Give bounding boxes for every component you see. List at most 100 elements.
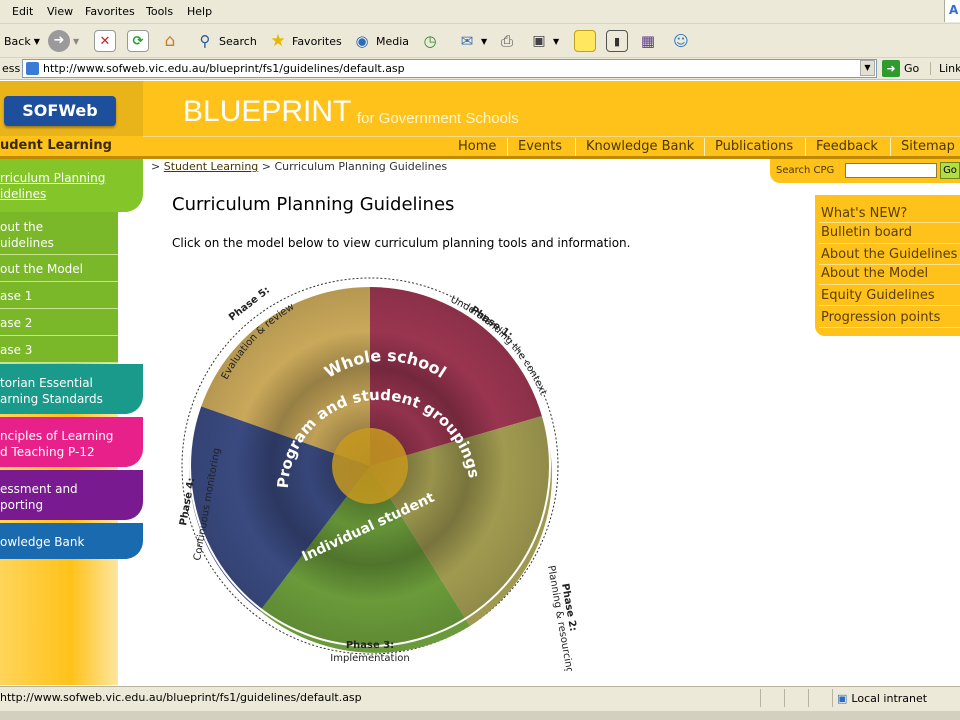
nav-home[interactable]: Home bbox=[458, 139, 496, 154]
address-input[interactable]: http://www.sofweb.vic.edu.au/blueprint/f… bbox=[22, 59, 877, 78]
sidebar-item-phase-1[interactable]: ase 1 bbox=[0, 282, 118, 309]
search-icon: ⚲ bbox=[199, 32, 211, 50]
back-label: Back bbox=[4, 34, 31, 48]
search-button[interactable]: ⚲ Search bbox=[194, 28, 257, 54]
edit-dropdown-icon[interactable]: ▼ bbox=[553, 37, 559, 46]
edit-button[interactable]: ▣ ▼ bbox=[528, 28, 559, 54]
stop-button[interactable]: ✕ bbox=[94, 28, 116, 54]
history-button[interactable]: ◷ bbox=[419, 28, 441, 54]
sidebar-item-principles[interactable]: nciples of Learning d Teaching P-12 bbox=[0, 417, 143, 467]
web-page: SOFWeb BLUEPRINT for Government Schools … bbox=[0, 81, 960, 685]
windows-logo-icon: A bbox=[944, 0, 960, 22]
menu-favorites[interactable]: Favorites bbox=[85, 5, 135, 18]
address-bar: ess http://www.sofweb.vic.edu.au/bluepri… bbox=[0, 58, 960, 80]
link-whats-new[interactable]: What's NEW? bbox=[821, 206, 960, 221]
favorites-button[interactable]: ★ Favorites bbox=[267, 28, 342, 54]
menu-help[interactable]: Help bbox=[187, 5, 212, 18]
refresh-icon: ⟳ bbox=[127, 30, 149, 52]
nav-feedback[interactable]: Feedback bbox=[816, 139, 878, 154]
section-title: udent Learning bbox=[0, 136, 143, 156]
go-arrow-icon: ➜ bbox=[882, 60, 900, 77]
search-label: Search bbox=[219, 34, 257, 48]
link-bulletin-board[interactable]: Bulletin board bbox=[821, 225, 960, 240]
forward-button[interactable]: ➜ ▼ bbox=[48, 28, 79, 54]
link-progression-points[interactable]: Progression points bbox=[821, 310, 960, 325]
home-button[interactable]: ⌂ bbox=[159, 28, 181, 54]
mail-button[interactable]: ✉ ▼ bbox=[456, 28, 487, 54]
status-url: http://www.sofweb.vic.edu.au/blueprint/f… bbox=[0, 691, 362, 704]
edit-icon: ▣ bbox=[532, 33, 546, 49]
search-go-button[interactable]: Go bbox=[940, 162, 960, 179]
curriculum-model[interactable]: Whole school Program and student groupin… bbox=[170, 266, 590, 671]
sidebar-item-about-guidelines[interactable]: out the uidelines bbox=[0, 212, 118, 255]
sidebar-item-phase-3[interactable]: ase 3 bbox=[0, 336, 118, 363]
breadcrumb-chevron: > bbox=[151, 160, 161, 173]
page-icon bbox=[26, 62, 39, 75]
refresh-button[interactable]: ⟳ bbox=[127, 28, 149, 54]
menu-edit[interactable]: Edit bbox=[12, 5, 33, 18]
nav-knowledge-bank[interactable]: Knowledge Bank bbox=[586, 139, 694, 154]
quick-links-panel: What's NEW? Bulletin board About the Gui… bbox=[815, 195, 960, 336]
forward-dropdown-icon[interactable]: ▼ bbox=[73, 37, 79, 46]
mail-dropdown-icon[interactable]: ▼ bbox=[481, 37, 487, 46]
links-button[interactable]: Links bbox=[930, 62, 960, 75]
menu-tools[interactable]: Tools bbox=[146, 5, 173, 18]
intranet-icon: ▣ bbox=[837, 691, 848, 705]
go-button[interactable]: ➜ Go bbox=[882, 60, 919, 77]
sidebar-item-learning-standards[interactable]: torian Essential arning Standards bbox=[0, 364, 143, 414]
print-button[interactable]: ⎙ bbox=[496, 28, 518, 54]
menu-bar: Edit View Favorites Tools Help A bbox=[0, 0, 960, 24]
intro-text: Click on the model below to view curricu… bbox=[172, 236, 631, 250]
toolbar: Back ▼ ➜ ▼ ✕ ⟳ ⌂ ⚲ Search ★ Favorites ◉ … bbox=[0, 24, 960, 58]
link-about-model[interactable]: About the Model bbox=[821, 266, 960, 281]
sofweb-logo[interactable]: SOFWeb bbox=[4, 96, 116, 126]
search-panel: Search CPG Go bbox=[770, 159, 960, 183]
research-button[interactable]: ▦ bbox=[637, 28, 659, 54]
address-dropdown-icon[interactable]: ▼ bbox=[860, 60, 875, 76]
breadcrumb-separator: > bbox=[261, 160, 271, 173]
media-label: Media bbox=[376, 34, 410, 48]
sidebar-item-knowledge-bank[interactable]: owledge Bank bbox=[0, 523, 143, 559]
messenger-button[interactable]: ▮ bbox=[606, 28, 628, 54]
model-core[interactable] bbox=[332, 428, 408, 504]
favorites-label: Favorites bbox=[292, 34, 342, 48]
mail-icon: ✉ bbox=[460, 32, 474, 50]
sidebar-item-curriculum-planning[interactable]: rriculum Planning idelines bbox=[0, 159, 143, 212]
blueprint-subtitle: for Government Schools bbox=[357, 110, 519, 127]
link-about-guidelines[interactable]: About the Guidelines bbox=[821, 247, 960, 262]
home-icon: ⌂ bbox=[164, 31, 176, 51]
nav-publications[interactable]: Publications bbox=[715, 139, 793, 154]
address-url: http://www.sofweb.vic.edu.au/blueprint/f… bbox=[43, 62, 405, 75]
nav-sitemap[interactable]: Sitemap bbox=[901, 139, 955, 154]
top-nav: Home Events Knowledge Bank Publications … bbox=[143, 136, 960, 156]
taskbar-edge bbox=[0, 711, 960, 720]
blueprint-title: BLUEPRINT bbox=[183, 95, 352, 128]
sidebar-item-phase-2[interactable]: ase 2 bbox=[0, 309, 118, 336]
link-equity-guidelines[interactable]: Equity Guidelines bbox=[821, 288, 960, 303]
back-dropdown-icon[interactable]: ▼ bbox=[34, 37, 40, 46]
sidebar-item-assessment[interactable]: essment and porting bbox=[0, 470, 143, 520]
media-button[interactable]: ◉ Media bbox=[351, 28, 409, 54]
breadcrumb-student-learning[interactable]: Student Learning bbox=[164, 160, 259, 173]
forward-icon: ➜ bbox=[48, 30, 70, 52]
go-label: Go bbox=[904, 62, 920, 75]
research-icon: ▦ bbox=[640, 32, 656, 50]
breadcrumb: > Student Learning > Curriculum Planning… bbox=[151, 160, 447, 173]
address-label: ess bbox=[2, 62, 21, 75]
security-zone[interactable]: ▣ Local intranet bbox=[832, 689, 960, 707]
note-icon bbox=[574, 30, 596, 52]
menu-view[interactable]: View bbox=[47, 5, 73, 18]
sidebar-item-about-model[interactable]: out the Model bbox=[0, 255, 118, 282]
breadcrumb-current: Curriculum Planning Guidelines bbox=[274, 160, 448, 173]
media-globe-icon: ◉ bbox=[355, 32, 369, 50]
search-input[interactable] bbox=[845, 163, 937, 178]
contacts-button[interactable]: ☺ bbox=[670, 28, 692, 54]
history-icon: ◷ bbox=[423, 32, 437, 50]
star-icon: ★ bbox=[270, 31, 286, 51]
discuss-button[interactable] bbox=[574, 28, 596, 54]
back-button[interactable]: Back ▼ bbox=[4, 28, 40, 54]
print-icon: ⎙ bbox=[500, 32, 513, 50]
nav-events[interactable]: Events bbox=[518, 139, 562, 154]
people-icon: ☺ bbox=[673, 32, 689, 50]
phase-5-title: Phase 5: bbox=[227, 285, 272, 323]
